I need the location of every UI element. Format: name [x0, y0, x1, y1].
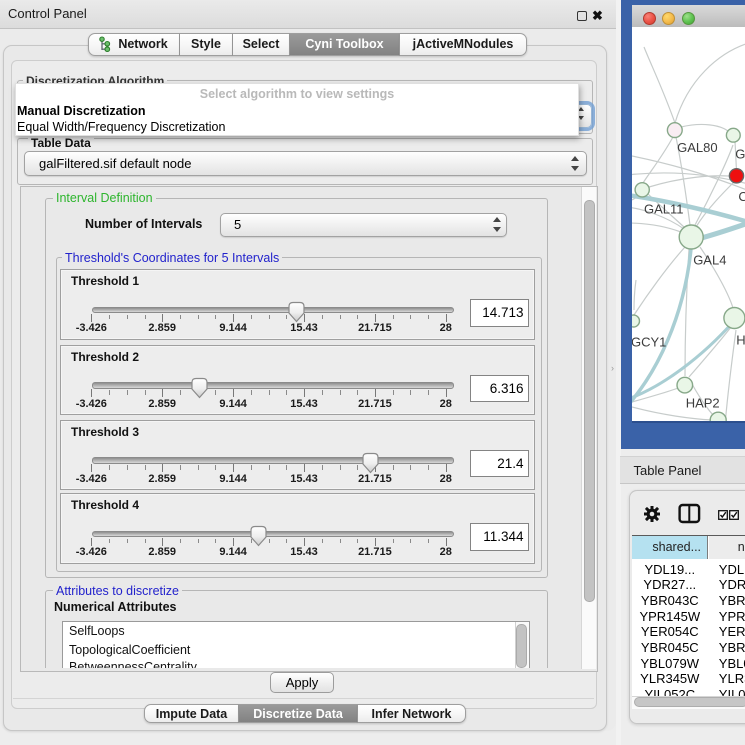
svg-text:GCY1: GCY1	[632, 335, 666, 350]
svg-text:H: H	[736, 332, 745, 347]
svg-text:HAP2: HAP2	[685, 396, 719, 411]
svg-text:GAL4: GAL4	[693, 253, 726, 268]
svg-text:G.: G.	[735, 147, 745, 162]
svg-text:C: C	[738, 189, 745, 204]
svg-text:GAL11: GAL11	[644, 202, 684, 217]
svg-text:GAL80: GAL80	[677, 140, 717, 155]
